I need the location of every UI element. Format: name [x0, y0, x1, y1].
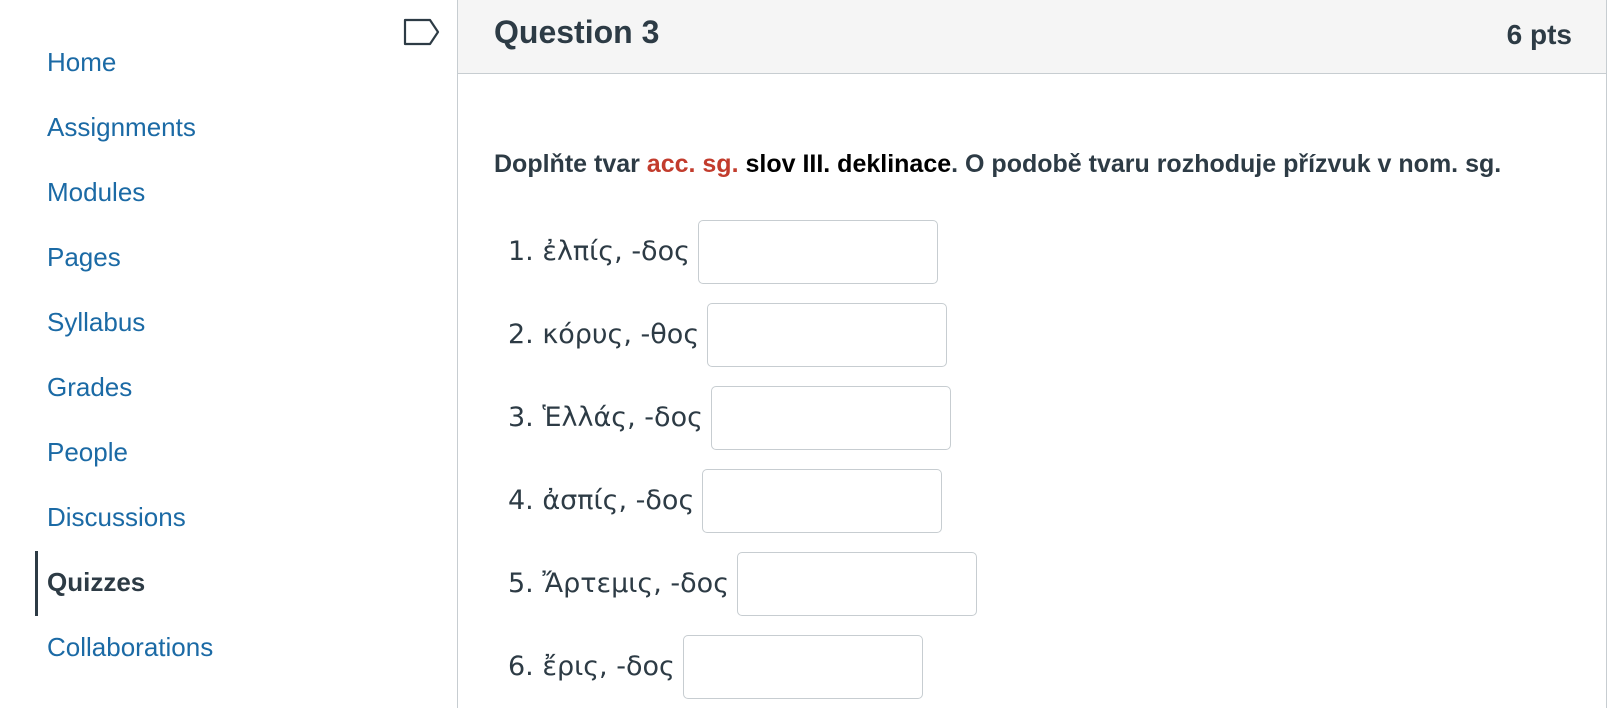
- answer-list: 1. ἐλπίς, -δος 2. κόρυς, -θος 3. Ἑλλάς, …: [508, 210, 978, 708]
- question-header: Question 3 6 pts: [458, 0, 1606, 74]
- answer-input-3[interactable]: [710, 385, 951, 450]
- nav-item-discussions[interactable]: Discussions: [0, 485, 300, 550]
- question-title: Question 3: [494, 14, 660, 50]
- answer-label: 2. κόρυς, -θος: [508, 319, 700, 350]
- answer-item: 6. ἔρις, -δος: [508, 625, 977, 708]
- answer-label: 1. ἐλπίς, -δος: [508, 236, 690, 267]
- quiz-page: Home Assignments Modules Pages Syllabus …: [0, 0, 1613, 708]
- nav-item-grades[interactable]: Grades: [0, 355, 300, 420]
- answer-item: 3. Ἑλλάς, -δος: [508, 376, 977, 459]
- answer-label: 6. ἔρις, -δος: [508, 651, 675, 682]
- answer-input-4[interactable]: [702, 468, 943, 533]
- nav-item-home[interactable]: Home: [0, 30, 300, 95]
- question-text-part1: Doplňte tvar: [494, 150, 647, 178]
- answer-item: 4. ἀσπίς, -δος: [508, 459, 977, 542]
- question-text-part2: slov III. deklinace: [738, 150, 952, 178]
- course-nav-list: Home Assignments Modules Pages Syllabus …: [0, 30, 300, 680]
- answer-input-1[interactable]: [697, 219, 938, 284]
- answer-label: 4. ἀσπίς, -δος: [508, 485, 695, 516]
- answer-label: 5. Ἄρτεμις, -δος: [508, 568, 730, 599]
- nav-item-quizzes[interactable]: Quizzes: [0, 550, 300, 616]
- question-points: 6 pts: [1506, 19, 1572, 50]
- answer-input-5[interactable]: [737, 551, 978, 616]
- flag-question-icon[interactable]: [403, 17, 441, 47]
- answer-input-2[interactable]: [707, 302, 948, 367]
- nav-item-pages[interactable]: Pages: [0, 225, 300, 290]
- question-text: Doplňte tvar acc. sg. slov III. deklinac…: [494, 150, 1501, 179]
- nav-item-syllabus[interactable]: Syllabus: [0, 290, 300, 355]
- answer-item: 1. ἐλπίς, -δος: [508, 210, 977, 293]
- course-navigation: Home Assignments Modules Pages Syllabus …: [0, 0, 458, 708]
- answer-item: 5. Ἄρτεμις, -δος: [508, 542, 978, 625]
- nav-item-collaborations[interactable]: Collaborations: [0, 615, 300, 680]
- question-panel: Question 3 6 pts Doplňte tvar acc. sg. s…: [457, 0, 1607, 708]
- answer-input-6[interactable]: [682, 634, 923, 699]
- answer-item: 2. κόρυς, -θος: [508, 293, 977, 376]
- question-text-part3: . O podobě tvaru rozhoduje přízvuk v nom…: [951, 150, 1502, 178]
- nav-item-assignments[interactable]: Assignments: [0, 95, 300, 160]
- nav-item-modules[interactable]: Modules: [0, 160, 300, 225]
- answer-label: 3. Ἑλλάς, -δος: [508, 402, 703, 433]
- question-text-highlight: acc. sg.: [646, 150, 739, 178]
- nav-item-people[interactable]: People: [0, 420, 300, 485]
